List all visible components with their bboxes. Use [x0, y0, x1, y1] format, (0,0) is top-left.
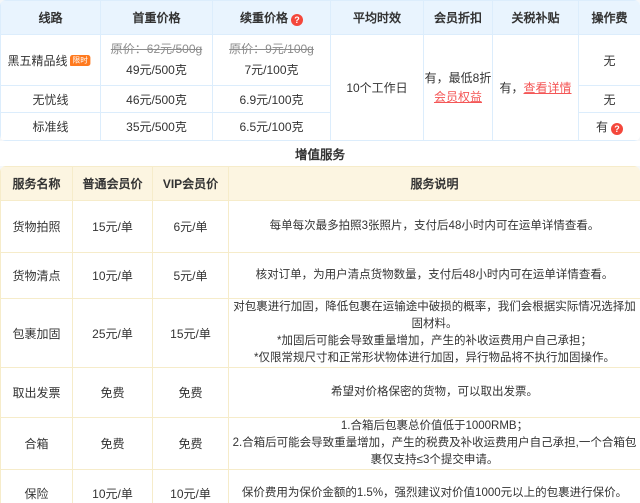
service-desc: 希望对价格保密的货物，可以取出发票。 [228, 367, 640, 418]
operation-fee-cell: 有? [578, 112, 640, 141]
member-discount-cell: 有，最低8折 会员权益 [423, 34, 493, 141]
service-name: 取出发票 [0, 367, 73, 418]
desc-line: 希望对价格保密的货物，可以取出发票。 [331, 386, 538, 398]
vip-price: 15元/单 [152, 298, 229, 368]
original-price: 原价：62元/500g [110, 42, 203, 56]
service-name: 货物拍照 [0, 200, 73, 253]
service-name: 合箱 [0, 417, 73, 470]
first-weight-price-cell: 46元/500克 [100, 85, 213, 113]
service-desc: 每单每次最多拍照3张照片，支付后48小时内可在运单详情查看。 [228, 200, 640, 253]
col-header-avg-time: 平均时效 [330, 0, 424, 35]
tariff-text: 有， [499, 81, 524, 95]
table-row: 取出发票 免费 免费 希望对价格保密的货物，可以取出发票。 [0, 367, 640, 418]
desc-line: *加固后可能会导致重量增加，产生的补收运费用户自己承担； [277, 335, 592, 347]
additional-weight-price-cell: 原价：9元/100g 7元/100克 [212, 34, 331, 86]
desc-line: 核对订单，为用户清点货物数量，支付后48小时内可在运单详情查看。 [255, 269, 614, 281]
col-header-additional-weight: 续重价格? [212, 0, 331, 35]
original-price: 原价：9元/100g [229, 42, 314, 56]
col-header-normal-price: 普通会员价 [72, 166, 153, 201]
vip-price: 10元/单 [152, 469, 229, 503]
table-row: 货物清点 10元/单 5元/单 核对订单，为用户清点货物数量，支付后48小时内可… [0, 252, 640, 299]
shipping-table: 线路 首重价格 续重价格? 平均时效 会员折扣 关税补贴 操作费 黑五精品线 限时… [0, 0, 640, 141]
service-desc: 保价费用为保价金额的1.5%，强烈建议对价值1000元以上的包裹进行保价。 [228, 469, 640, 503]
vas-table-card: 服务名称 普通会员价 VIP会员价 服务说明 货物拍照 15元/单 6元/单 每… [0, 166, 640, 503]
additional-weight-price-cell: 6.5元/100克 [212, 112, 331, 141]
current-price: 49元/500克 [126, 63, 187, 77]
service-desc: 核对订单，为用户清点货物数量，支付后48小时内可在运单详情查看。 [228, 252, 640, 299]
col-header-tariff-subsidy: 关税补贴 [492, 0, 579, 35]
first-weight-price-cell: 原价：62元/500g 49元/500克 [100, 34, 213, 86]
service-desc: 1.合箱后包裹总价值低于1000RMB； 2.合箱后可能会导致重量增加，产生的税… [228, 417, 640, 470]
vip-price: 6元/单 [152, 200, 229, 253]
help-icon[interactable]: ? [611, 123, 623, 135]
table-row: 黑五精品线 限时 原价：62元/500g 49元/500克 原价：9元/100g … [0, 34, 640, 141]
normal-price: 25元/单 [72, 298, 153, 368]
line-name-cell: 黑五精品线 限时 [0, 34, 101, 86]
service-name: 货物清点 [0, 252, 73, 299]
current-price: 7元/100克 [244, 63, 299, 77]
normal-price: 10元/单 [72, 252, 153, 299]
desc-line: 每单每次最多拍照3张照片，支付后48小时内可在运单详情查看。 [269, 220, 600, 232]
desc-line: 对包裹进行加固，降低包裹在运输途中破损的概率，我们会根据实际情况选择加固材料。 [233, 301, 636, 330]
shipping-table-card: 线路 首重价格 续重价格? 平均时效 会员折扣 关税补贴 操作费 黑五精品线 限时… [0, 0, 640, 141]
normal-price: 免费 [72, 367, 153, 418]
service-name: 包裹加固 [0, 298, 73, 368]
col-header-service-desc: 服务说明 [228, 166, 640, 201]
promo-badge: 限时 [69, 54, 90, 66]
col-header-operation-fee: 操作费 [578, 0, 640, 35]
operation-fee-cell: 无 [578, 85, 640, 113]
col-header-first-weight: 首重价格 [100, 0, 213, 35]
operation-fee-cell: 无 [578, 34, 640, 86]
line-name-cell: 无忧线 [0, 85, 101, 113]
tariff-subsidy-cell: 有，查看详情 [492, 34, 579, 141]
normal-price: 15元/单 [72, 200, 153, 253]
vip-price: 免费 [152, 367, 229, 418]
help-icon[interactable]: ? [291, 14, 303, 26]
table-row: 保险 10元/单 10元/单 保价费用为保价金额的1.5%，强烈建议对价值100… [0, 469, 640, 503]
desc-line: 保价费用为保价金额的1.5%，强烈建议对价值1000元以上的包裹进行保价。 [241, 486, 628, 499]
table-row: 包裹加固 25元/单 15元/单 对包裹进行加固，降低包裹在运输途中破损的概率，… [0, 298, 640, 368]
avg-time-cell: 10个工作日 [330, 34, 424, 141]
desc-line: 1.合箱后包裹总价值低于1000RMB； [340, 420, 529, 432]
desc-line: *仅限常规尺寸和正常形状物体进行加固，异行物品将不执行加固操作。 [254, 352, 615, 364]
vip-price: 免费 [152, 417, 229, 470]
additional-weight-label: 续重价格 [239, 11, 288, 25]
normal-price: 免费 [72, 417, 153, 470]
table-row: 合箱 免费 免费 1.合箱后包裹总价值低于1000RMB； 2.合箱后可能会导致… [0, 417, 640, 470]
section-title-value-added-services: 增值服务 [0, 141, 640, 166]
service-desc: 对包裹进行加固，降低包裹在运输途中破损的概率，我们会根据实际情况选择加固材料。 … [228, 298, 640, 368]
view-details-link[interactable]: 查看详情 [524, 81, 572, 95]
line-name-cell: 标准线 [0, 112, 101, 141]
vas-header-row: 服务名称 普通会员价 VIP会员价 服务说明 [0, 166, 640, 201]
col-header-vip-price: VIP会员价 [152, 166, 229, 201]
desc-line: 2.合箱后可能会导致重量增加，产生的税费及补收运费用户自己承担,一个合箱包裹仅支… [232, 437, 637, 466]
additional-weight-price-cell: 6.9元/100克 [212, 85, 331, 113]
vas-table: 服务名称 普通会员价 VIP会员价 服务说明 货物拍照 15元/单 6元/单 每… [0, 166, 640, 503]
member-discount-text: 有，最低8折 [424, 70, 492, 85]
operation-fee-value: 有 [595, 120, 608, 134]
col-header-service-name: 服务名称 [0, 166, 73, 201]
col-header-member-discount: 会员折扣 [423, 0, 493, 35]
normal-price: 10元/单 [72, 469, 153, 503]
shipping-header-row: 线路 首重价格 续重价格? 平均时效 会员折扣 关税补贴 操作费 [0, 0, 640, 35]
vip-price: 5元/单 [152, 252, 229, 299]
service-name: 保险 [0, 469, 73, 503]
col-header-line: 线路 [0, 0, 101, 35]
line-name: 黑五精品线 [7, 53, 68, 68]
first-weight-price-cell: 35元/500克 [100, 112, 213, 141]
table-row: 货物拍照 15元/单 6元/单 每单每次最多拍照3张照片，支付后48小时内可在运… [0, 200, 640, 253]
member-benefits-link[interactable]: 会员权益 [434, 90, 482, 104]
